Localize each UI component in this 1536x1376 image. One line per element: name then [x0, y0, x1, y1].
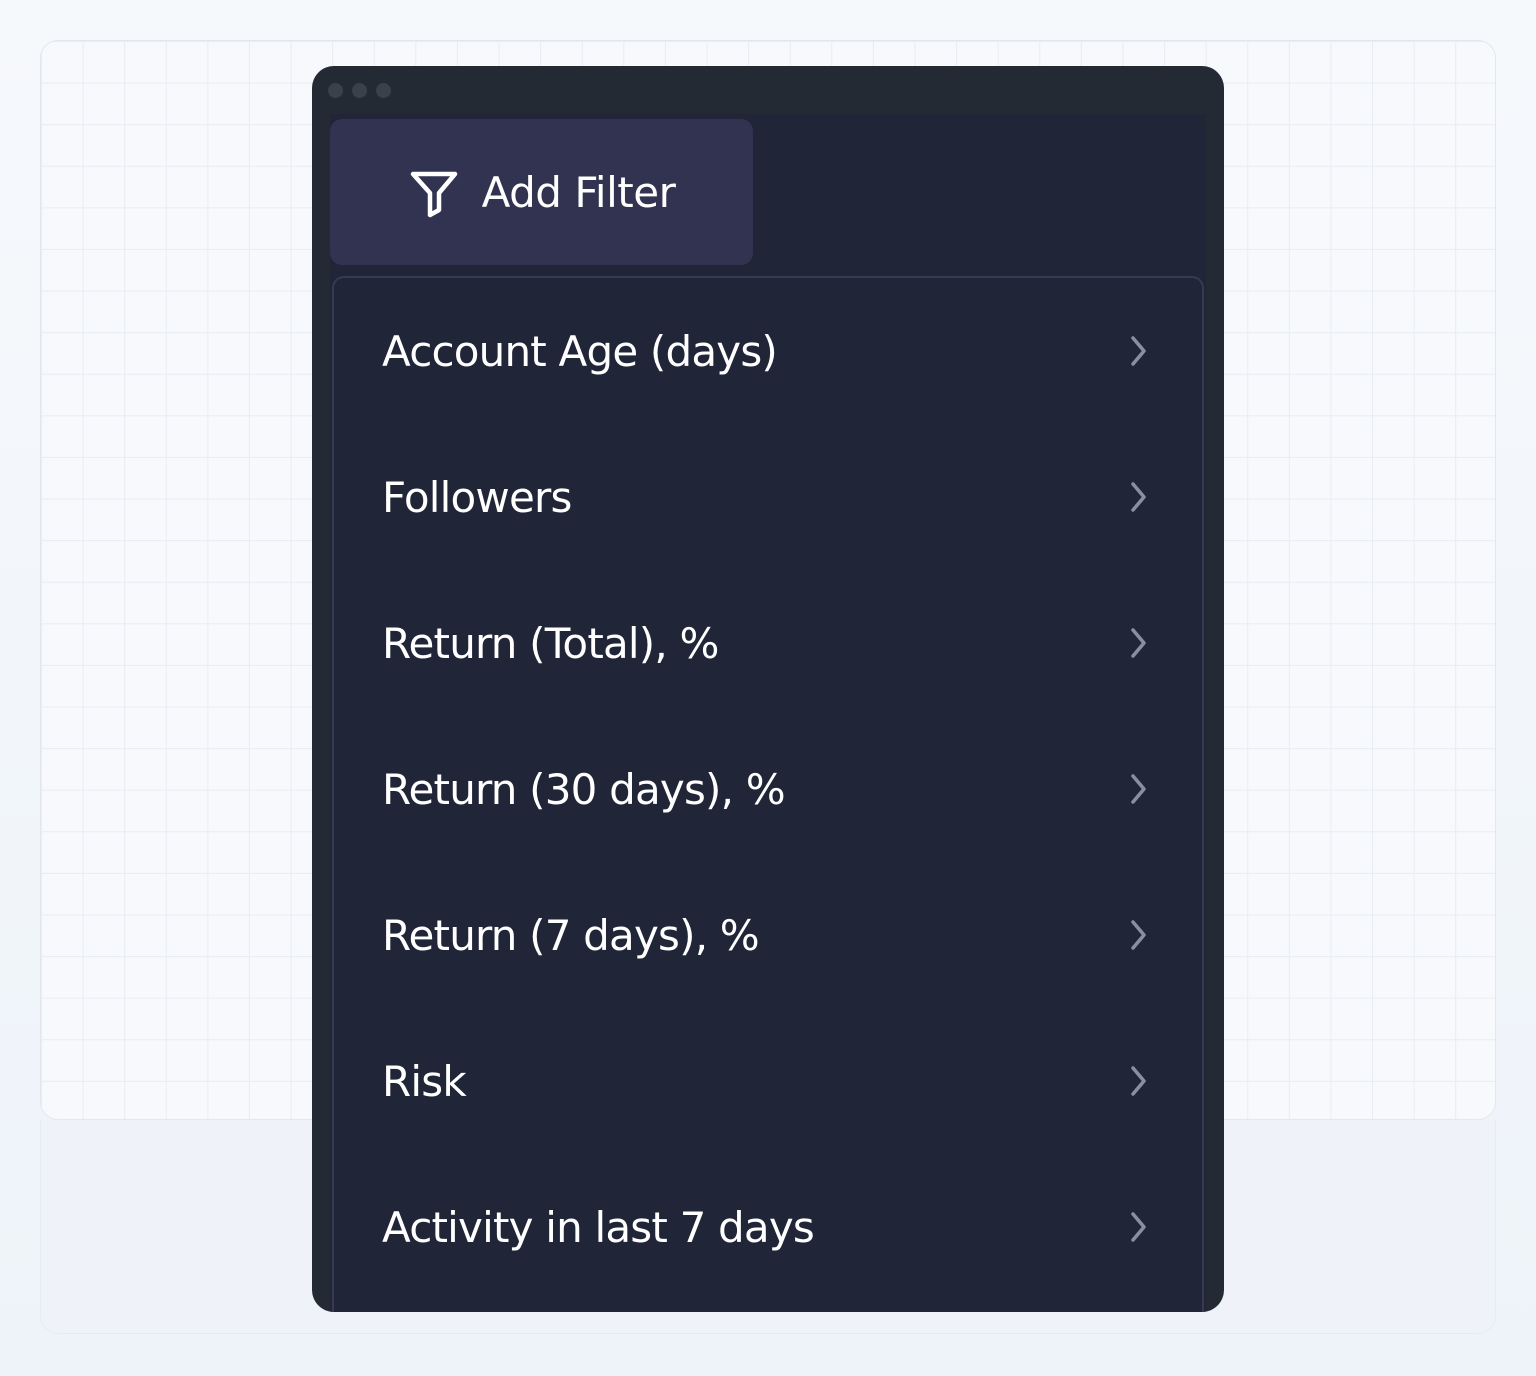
chevron-right-icon	[1131, 1212, 1146, 1242]
add-filter-label: Add Filter	[481, 167, 676, 217]
filter-option-label: Return (30 days), %	[382, 764, 786, 814]
filter-option-label: Activity in last 7 days	[382, 1202, 815, 1252]
chevron-right-icon	[1131, 482, 1146, 512]
funnel-icon	[410, 171, 457, 218]
filter-option-label: Return (7 days), %	[382, 910, 760, 960]
filter-option-label: Account Age (days)	[382, 326, 778, 376]
filter-option-followers[interactable]: Followers	[334, 424, 1202, 570]
window-dot-icon	[376, 83, 391, 98]
filter-option-label: Return (Total), %	[382, 618, 719, 668]
filter-option-return-30-days[interactable]: Return (30 days), %	[334, 716, 1202, 862]
filter-option-risk[interactable]: Risk	[334, 1008, 1202, 1154]
chevron-right-icon	[1131, 774, 1146, 804]
window-content: Add Filter Account Age (days) Followers …	[330, 114, 1206, 1312]
filter-option-label: Risk	[382, 1056, 467, 1106]
filter-option-label: Followers	[382, 472, 572, 522]
filter-option-activity-7-days[interactable]: Activity in last 7 days	[334, 1154, 1202, 1300]
window-dot-icon	[328, 83, 343, 98]
add-filter-button[interactable]: Add Filter	[330, 119, 753, 265]
chevron-right-icon	[1131, 920, 1146, 950]
filter-option-account-age[interactable]: Account Age (days)	[334, 278, 1202, 424]
filter-window: Add Filter Account Age (days) Followers …	[312, 66, 1224, 1312]
window-dot-icon	[352, 83, 367, 98]
window-titlebar	[312, 66, 1224, 114]
chevron-right-icon	[1131, 336, 1146, 366]
filter-menu: Account Age (days) Followers Return (Tot…	[332, 276, 1204, 1312]
filter-option-return-7-days[interactable]: Return (7 days), %	[334, 862, 1202, 1008]
chevron-right-icon	[1131, 1066, 1146, 1096]
filter-option-return-total[interactable]: Return (Total), %	[334, 570, 1202, 716]
chevron-right-icon	[1131, 628, 1146, 658]
